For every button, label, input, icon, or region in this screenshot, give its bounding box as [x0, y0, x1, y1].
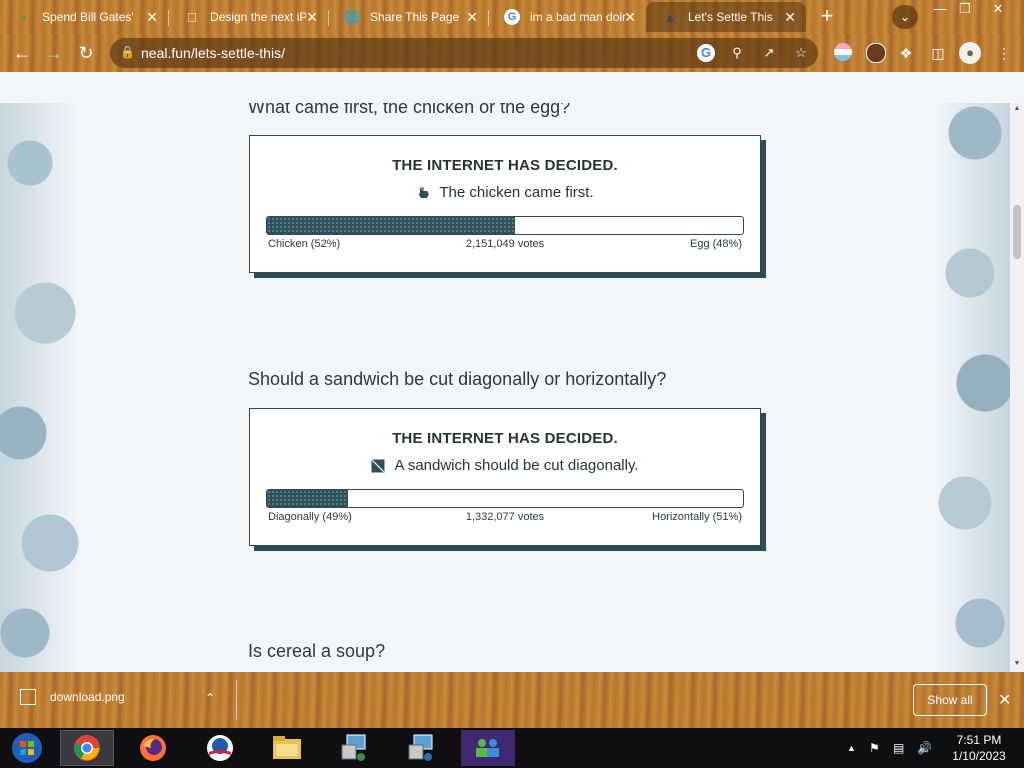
remote-desktop-taskbar-icon[interactable] — [394, 730, 448, 766]
tab-design-iphone[interactable]:  Design the next iP ✕ — [168, 2, 328, 32]
lock-icon[interactable]: 🔒 — [120, 45, 135, 59]
download-item[interactable]: download.png — [20, 689, 125, 705]
scrollbar-thumb[interactable] — [1013, 205, 1021, 259]
extensions-puzzle-icon[interactable]: ❖ — [895, 42, 917, 64]
show-all-button[interactable]: Show all — [913, 684, 987, 716]
tab-title: Let's Settle This — [688, 10, 773, 24]
download-filename: download.png — [50, 690, 125, 704]
tab-spend-bill-gates[interactable]: ▪ Spend Bill Gates' ✕ — [0, 2, 168, 32]
scroll-up-arrow[interactable]: ▲ — [1012, 105, 1022, 112]
clock-time: 7:51 PM — [956, 733, 1002, 747]
tab-title: Share This Page — [370, 10, 460, 24]
question-heading: Should a sandwich be cut diagonally or h… — [248, 369, 667, 389]
vote-bar — [266, 489, 744, 508]
question-heading: Is cereal a soup? — [248, 641, 386, 661]
verdict: A sandwich should be cut diagonally. — [250, 457, 760, 474]
right-option-label: Horizontally (51%) — [652, 511, 742, 523]
verdict-text: A sandwich should be cut diagonally. — [394, 457, 639, 474]
right-option-label: Egg (48%) — [690, 238, 742, 250]
network-tool-taskbar-icon[interactable] — [327, 730, 381, 766]
side-panel-icon[interactable]: ◫ — [927, 42, 949, 64]
close-tab-icon[interactable]: ✕ — [306, 9, 318, 26]
question-heading: What came first, the chicken or the egg? — [248, 103, 571, 117]
clock-date: 1/10/2023 — [952, 749, 1006, 763]
result-card: THE INTERNET HAS DECIDED. A sandwich sho… — [249, 408, 761, 546]
file-explorer-taskbar-icon[interactable] — [260, 730, 314, 766]
tab-search-button[interactable]: ⌄ — [892, 5, 918, 29]
result-card: THE INTERNET HAS DECIDED. The chicken ca… — [249, 135, 761, 273]
chicken-icon — [416, 186, 430, 200]
google-icon: G — [504, 9, 520, 25]
tab-share-this-page[interactable]: 🌐 Share This Page ✕ — [328, 2, 488, 32]
firefox-taskbar-icon[interactable] — [126, 730, 180, 766]
scroll-down-arrow[interactable]: ▼ — [1012, 660, 1022, 667]
tray-expand-icon[interactable]: ▲ — [847, 743, 856, 753]
tab-title: Design the next iP — [210, 10, 306, 24]
close-tab-icon[interactable]: ✕ — [784, 9, 796, 26]
divider — [236, 680, 237, 720]
page-content: What came first, the chicken or the egg?… — [0, 103, 1010, 672]
url-text[interactable]: neal.fun/lets-settle-this/ — [141, 45, 285, 61]
network-icon[interactable]: ▤ — [893, 741, 904, 755]
extension-flag-icon[interactable] — [834, 43, 852, 61]
profile-icon[interactable]: ● — [959, 42, 981, 64]
zoom-icon[interactable]: ⚲ — [728, 44, 746, 62]
taskbar: ▲ ⚑ ▤ 🔊 7:51 PM 1/10/2023 — [0, 728, 1024, 768]
system-clock[interactable]: 7:51 PM 1/10/2023 — [946, 732, 1012, 764]
tab-title: im a bad man doing — [530, 10, 626, 24]
back-button[interactable]: ← — [10, 42, 34, 64]
decided-heading: THE INTERNET HAS DECIDED. — [392, 430, 618, 447]
decorative-collage-right — [935, 103, 1010, 672]
chrome-taskbar-icon[interactable] — [60, 730, 114, 766]
verdict-text: The chicken came first. — [439, 184, 594, 201]
tab-strip: ▪ Spend Bill Gates' ✕  Design the next … — [0, 0, 1024, 34]
address-bar[interactable]: 🔒 neal.fun/lets-settle-this/ G ⚲ ↗ ☆ — [110, 38, 818, 68]
vote-count: 2,151,049 votes — [465, 238, 545, 250]
close-tab-icon[interactable]: ✕ — [146, 9, 158, 26]
apple-icon:  — [184, 9, 200, 25]
obama-logo-taskbar-icon[interactable] — [193, 730, 247, 766]
share-icon[interactable]: ↗ — [760, 44, 778, 62]
money-icon: ▪ — [21, 9, 27, 25]
google-lens-icon[interactable]: G — [697, 44, 715, 62]
volume-icon[interactable]: 🔊 — [917, 741, 932, 755]
vote-bar-fill — [267, 217, 515, 234]
close-tab-icon[interactable]: ✕ — [466, 9, 478, 26]
start-button[interactable] — [0, 730, 54, 766]
bookmark-star-icon[interactable]: ☆ — [792, 44, 810, 62]
tab-title: Spend Bill Gates' — [42, 10, 134, 24]
menu-kebab-icon[interactable]: ⋮ — [993, 42, 1015, 64]
tab-lets-settle-this[interactable]: ▲ Let's Settle This ✕ — [646, 2, 806, 32]
action-center-flag-icon[interactable]: ⚑ — [869, 741, 880, 755]
decided-heading: THE INTERNET HAS DECIDED. — [392, 157, 618, 174]
reload-button[interactable]: ↻ — [74, 42, 98, 64]
image-file-icon — [20, 689, 36, 705]
extension-avatar-icon[interactable] — [866, 43, 886, 63]
vote-bar — [266, 216, 744, 235]
close-window-button[interactable]: ✕ — [983, 0, 1013, 18]
tab-google-search[interactable]: G im a bad man doing ✕ — [488, 2, 646, 32]
downloads-bar: download.png ⌃ Show all ✕ — [0, 672, 1024, 728]
people-app-taskbar-icon[interactable] — [461, 730, 515, 766]
sandwich-icon — [371, 459, 385, 473]
chicken-icon: ▲ — [663, 9, 677, 25]
close-tab-icon[interactable]: ✕ — [624, 9, 636, 26]
decorative-collage-left — [0, 103, 80, 672]
close-downloads-icon[interactable]: ✕ — [998, 690, 1011, 710]
globe-icon: 🌐 — [343, 9, 361, 24]
forward-button[interactable]: → — [42, 42, 66, 64]
vote-bar-fill — [267, 490, 348, 507]
verdict: The chicken came first. — [250, 184, 760, 201]
chevron-up-icon[interactable]: ⌃ — [205, 691, 215, 705]
new-tab-button[interactable]: + — [815, 5, 839, 28]
page-scrollbar[interactable]: ▲ ▼ — [1010, 103, 1024, 672]
maximize-button[interactable]: ❐ — [950, 0, 980, 18]
